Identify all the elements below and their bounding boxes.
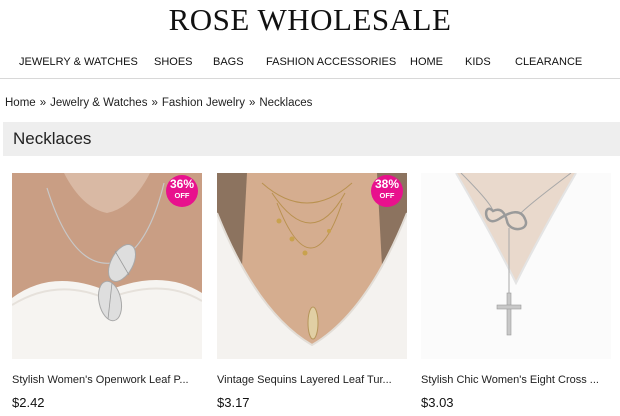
product-image[interactable] — [421, 173, 611, 359]
category-header: Necklaces — [3, 122, 620, 156]
product-price: $2.42 — [12, 395, 45, 410]
product-title[interactable]: Stylish Women's Openwork Leaf P... — [12, 374, 207, 386]
product-card[interactable]: Stylish Chic Women's Eight Cross ... $3.… — [421, 173, 611, 416]
product-title[interactable]: Stylish Chic Women's Eight Cross ... — [421, 374, 616, 386]
discount-off-label: OFF — [174, 191, 190, 200]
product-card[interactable]: 36% OFF Stylish Women's Openwork Leaf P.… — [12, 173, 202, 416]
breadcrumb-home[interactable]: Home — [5, 97, 36, 109]
nav-shoes[interactable]: SHOES — [154, 53, 193, 71]
discount-percent: 36% — [169, 177, 195, 191]
breadcrumb-separator: » — [248, 97, 256, 109]
breadcrumb-necklaces: Necklaces — [259, 97, 313, 109]
site-logo[interactable]: ROSE WHOLESALE — [0, 2, 620, 38]
breadcrumb-separator: » — [39, 97, 47, 109]
breadcrumb: Home» Jewelry & Watches» Fashion Jewelry» N… — [5, 97, 312, 109]
product-image[interactable]: 38% OFF — [217, 173, 407, 359]
discount-badge: 38% OFF — [371, 175, 403, 207]
main-nav: JEWELRY & WATCHES SHOES BAGS FASHION ACC… — [0, 53, 620, 71]
discount-off-label: OFF — [379, 191, 395, 200]
nav-kids[interactable]: KIDS — [465, 53, 491, 71]
product-price: $3.17 — [217, 395, 250, 410]
nav-fashion-accessories[interactable]: FASHION ACCESSORIES — [266, 53, 396, 71]
nav-divider — [0, 78, 620, 79]
breadcrumb-jewelry-watches[interactable]: Jewelry & Watches — [50, 97, 147, 109]
product-card[interactable]: 38% OFF Vintage Sequins Layered Leaf Tur… — [217, 173, 407, 416]
nav-jewelry-watches[interactable]: JEWELRY & WATCHES — [19, 53, 138, 71]
nav-clearance[interactable]: CLEARANCE — [515, 53, 582, 71]
product-price: $3.03 — [421, 395, 454, 410]
breadcrumb-fashion-jewelry[interactable]: Fashion Jewelry — [162, 97, 245, 109]
nav-home[interactable]: HOME — [410, 53, 443, 71]
discount-percent: 38% — [374, 177, 400, 191]
nav-bags[interactable]: BAGS — [213, 53, 244, 71]
product-title[interactable]: Vintage Sequins Layered Leaf Tur... — [217, 374, 412, 386]
discount-badge: 36% OFF — [166, 175, 198, 207]
product-image[interactable]: 36% OFF — [12, 173, 202, 359]
page-title: Necklaces — [13, 129, 92, 148]
breadcrumb-separator: » — [151, 97, 158, 109]
